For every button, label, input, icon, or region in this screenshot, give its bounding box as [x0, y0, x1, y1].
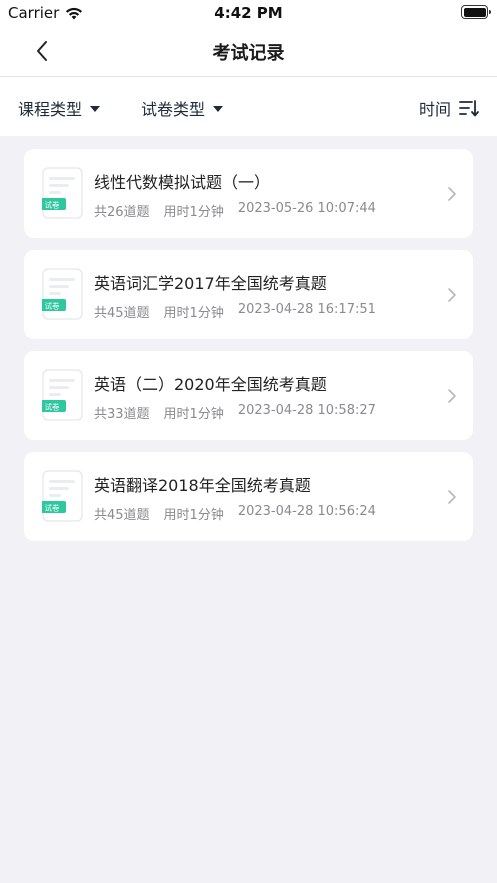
time-sort-filter[interactable]: 时间 — [419, 96, 479, 120]
record-meta: 共45道题 用时1分钟 2023-04-28 16:17:51 — [94, 302, 376, 321]
record-card[interactable]: 试卷 英语翻译2018年全国统考真题 共45道题 用时1分钟 2023-04-2… — [24, 452, 473, 541]
chevron-right-icon — [448, 288, 456, 302]
filter-bar: 课程类型 试卷类型 时间 — [0, 77, 497, 136]
doc-badge-text: 试卷 — [45, 503, 60, 513]
document-icon: 试卷 — [42, 369, 83, 421]
record-title: 线性代数模拟试题（一） — [94, 173, 271, 192]
record-meta: 共26道题 用时1分钟 2023-05-26 10:07:44 — [94, 201, 376, 220]
chevron-right-icon — [448, 490, 456, 504]
record-title: 英语翻译2018年全国统考真题 — [94, 476, 311, 495]
doc-badge-text: 试卷 — [45, 200, 60, 210]
battery-icon — [461, 5, 491, 19]
record-card[interactable]: 试卷 英语（二）2020年全国统考真题 共33道题 用时1分钟 2023-04-… — [24, 351, 473, 440]
document-icon: 试卷 — [42, 268, 83, 320]
duration: 用时1分钟 — [163, 508, 224, 523]
record-title: 英语词汇学2017年全国统考真题 — [94, 274, 327, 293]
question-count: 共33道题 — [94, 407, 150, 422]
paper-type-label: 试卷类型 — [141, 100, 206, 119]
duration: 用时1分钟 — [163, 205, 224, 220]
navigation-bar: 考试记录 — [0, 26, 497, 77]
document-icon: 试卷 — [42, 470, 83, 522]
duration: 用时1分钟 — [163, 306, 224, 321]
duration: 用时1分钟 — [163, 407, 224, 422]
course-type-label: 课程类型 — [18, 100, 83, 119]
document-icon: 试卷 — [42, 167, 83, 219]
status-time: 4:42 PM — [214, 4, 283, 22]
record-list: 试卷 线性代数模拟试题（一） 共26道题 用时1分钟 2023-05-26 10… — [24, 149, 473, 553]
record-card[interactable]: 试卷 线性代数模拟试题（一） 共26道题 用时1分钟 2023-05-26 10… — [24, 149, 473, 238]
doc-badge-text: 试卷 — [45, 402, 60, 412]
page-title: 考试记录 — [212, 43, 285, 64]
doc-badge-text: 试卷 — [45, 301, 60, 311]
caret-down-icon — [90, 106, 101, 112]
time-sort-label: 时间 — [418, 100, 451, 119]
course-type-filter[interactable]: 课程类型 — [18, 96, 101, 120]
record-meta: 共33道题 用时1分钟 2023-04-28 10:58:27 — [94, 403, 376, 422]
chevron-right-icon — [448, 389, 456, 403]
sort-icon — [459, 100, 479, 117]
datetime: 2023-05-26 10:07:44 — [237, 201, 376, 216]
question-count: 共26道题 — [94, 205, 150, 220]
paper-type-filter[interactable]: 试卷类型 — [141, 96, 224, 120]
record-card[interactable]: 试卷 英语词汇学2017年全国统考真题 共45道题 用时1分钟 2023-04-… — [24, 250, 473, 339]
datetime: 2023-04-28 16:17:51 — [237, 302, 376, 317]
question-count: 共45道题 — [94, 508, 150, 523]
record-title: 英语（二）2020年全国统考真题 — [94, 375, 327, 394]
caret-down-icon — [213, 106, 224, 112]
record-meta: 共45道题 用时1分钟 2023-04-28 10:56:24 — [94, 504, 376, 523]
datetime: 2023-04-28 10:56:24 — [237, 504, 376, 519]
status-bar: Carrier 4:42 PM — [0, 0, 497, 26]
datetime: 2023-04-28 10:58:27 — [237, 403, 376, 418]
chevron-right-icon — [448, 187, 456, 201]
question-count: 共45道题 — [94, 306, 150, 321]
